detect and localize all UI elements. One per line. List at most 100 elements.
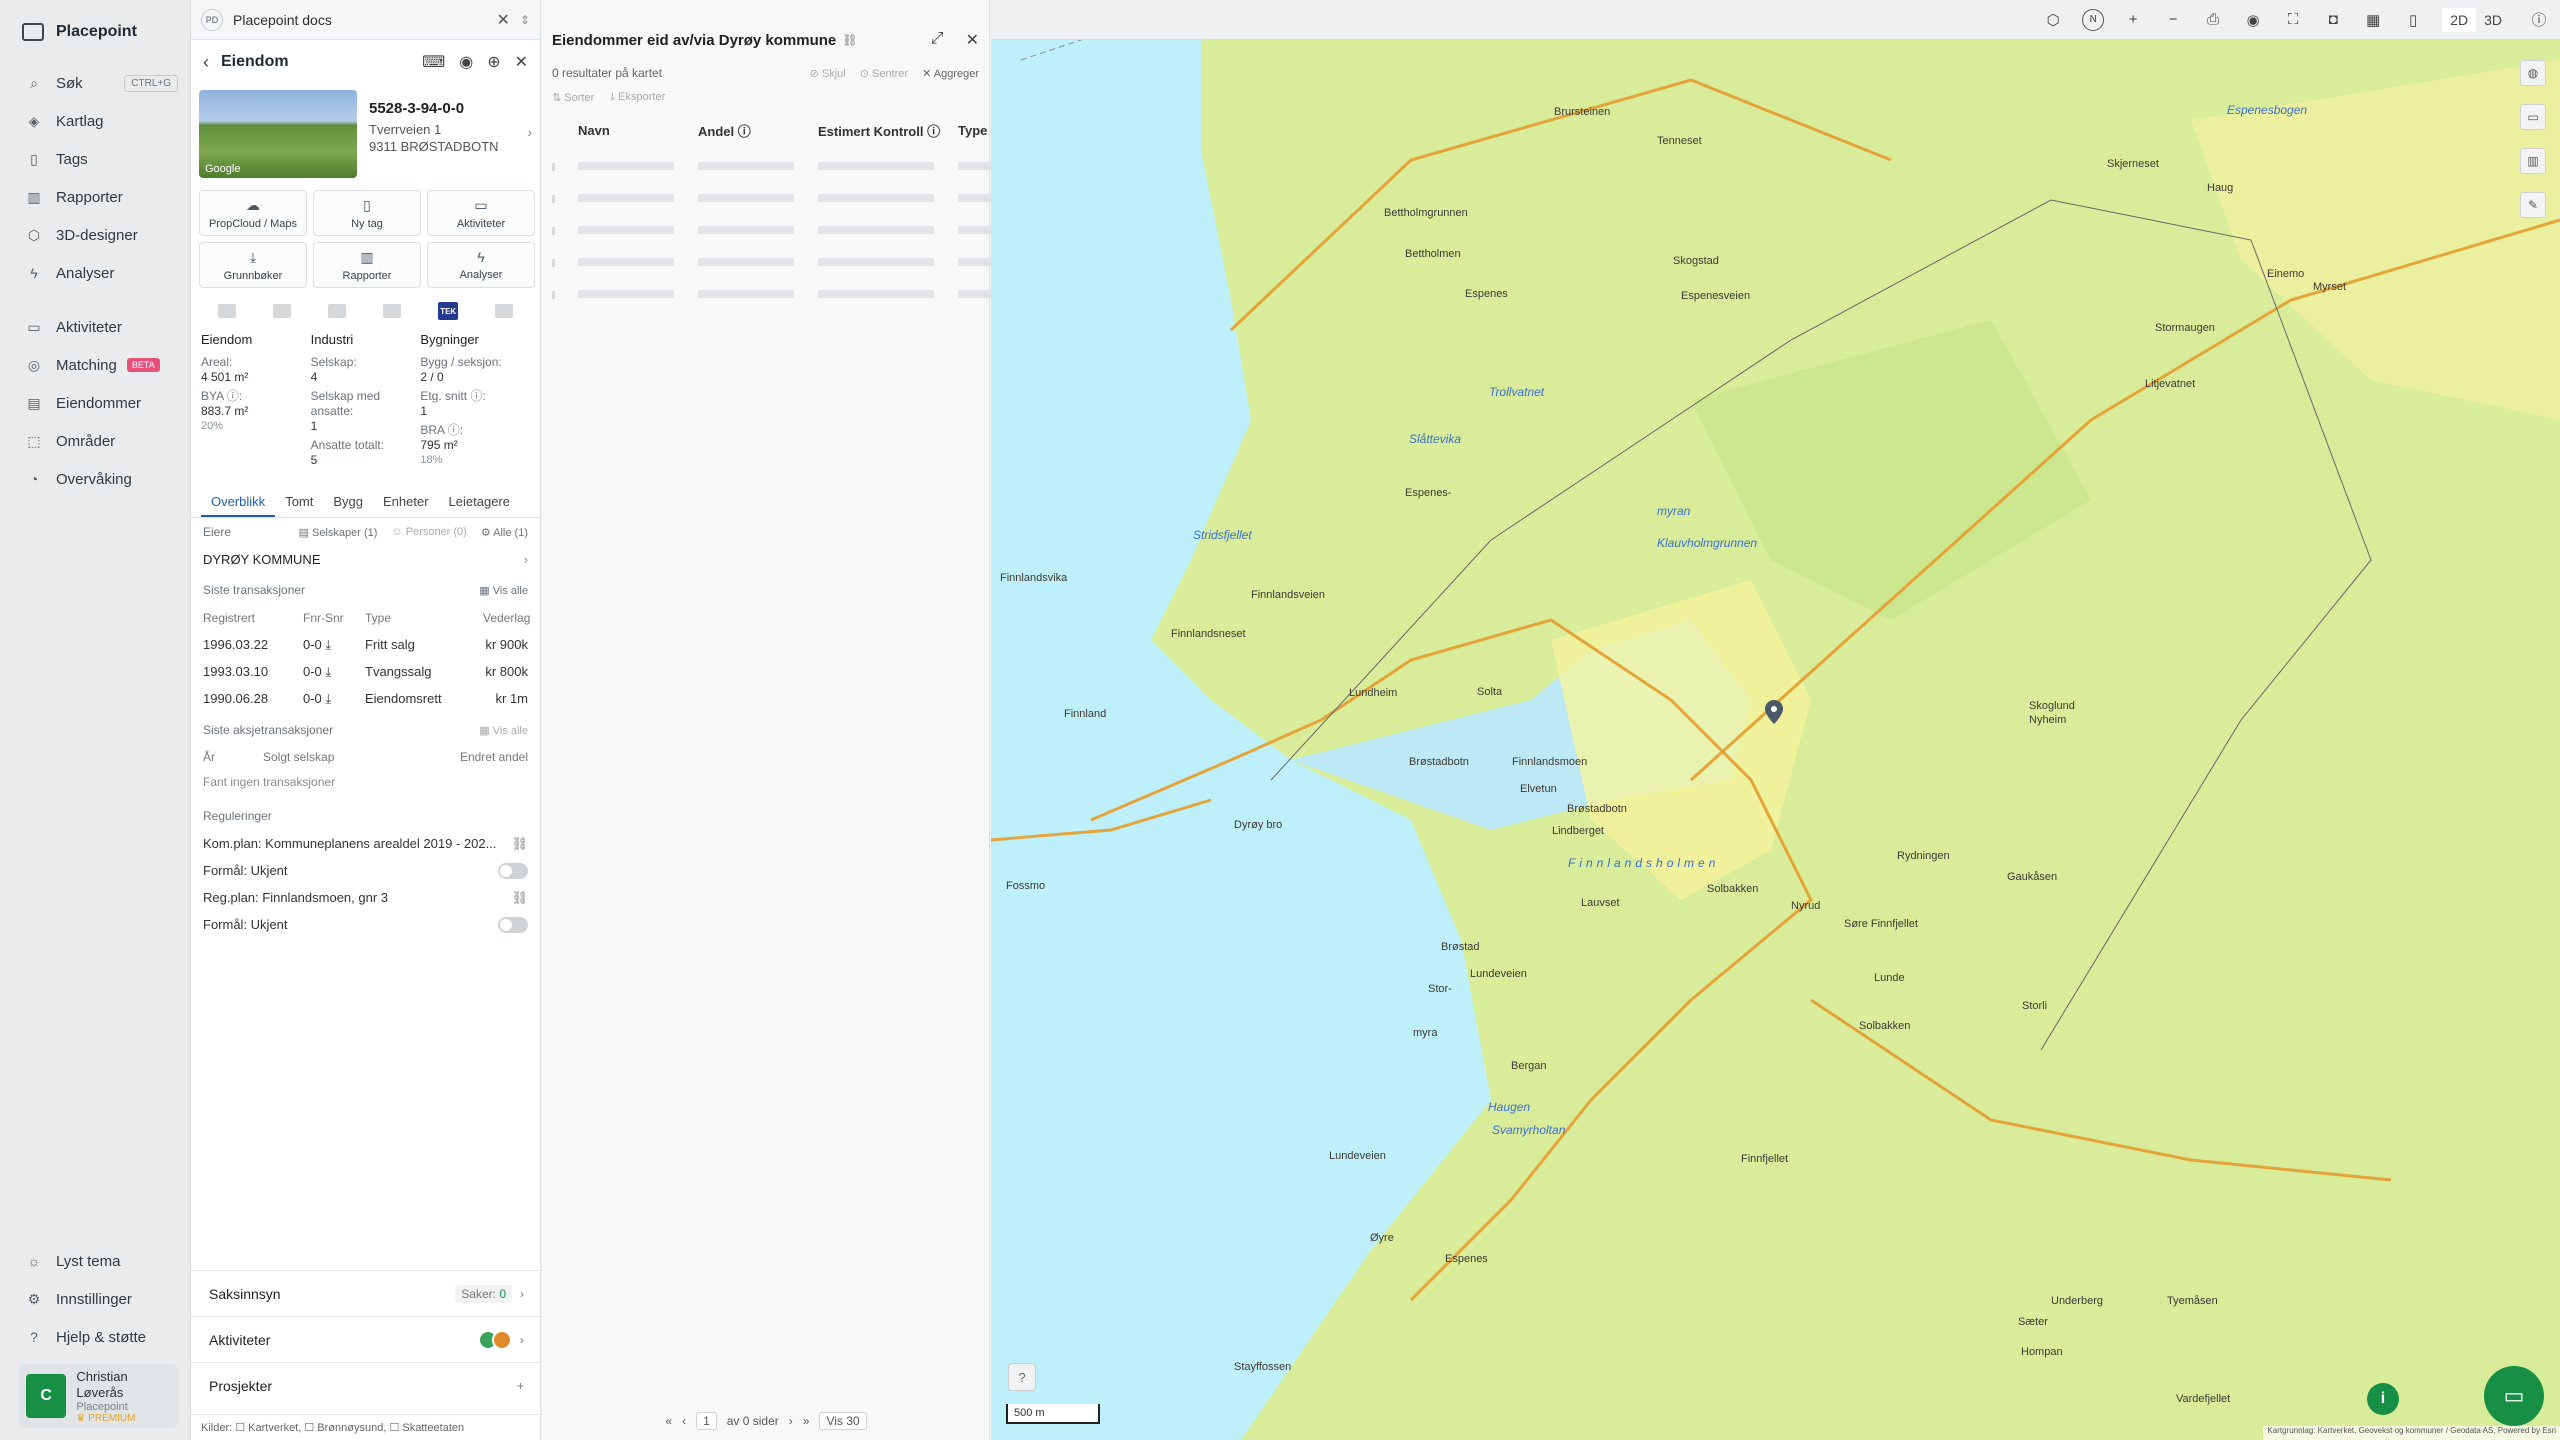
link-icon[interactable]: ⛓ (842, 33, 857, 47)
nav-item-3d-designer[interactable]: ⬡ 3D-designer (0, 216, 190, 254)
tx-fnr[interactable]: 0-0 ⤓ (303, 637, 365, 653)
view-3d-button[interactable]: 3D (2476, 8, 2510, 32)
activities-accordion[interactable]: Aktiviteter › (191, 1316, 540, 1362)
add-icon[interactable]: + (517, 1379, 524, 1393)
expand-icon[interactable]: ⤢ (931, 30, 944, 50)
house-icon[interactable] (495, 304, 514, 318)
compass-north-icon[interactable]: N (2082, 8, 2105, 31)
hide-button[interactable]: ⊘ Skjul (810, 67, 846, 80)
fullscreen-icon[interactable]: ⛶ (2282, 11, 2304, 28)
tab-plot[interactable]: Tomt (275, 486, 323, 517)
map-draw-button[interactable]: ✎ (2520, 192, 2546, 218)
layers-3d-icon[interactable]: ⬡ (2042, 11, 2064, 29)
regulation-row[interactable]: Kom.plan: Kommuneplanens arealdel 2019 -… (203, 830, 528, 857)
nav-item-search[interactable]: ⌕ Søk CTRL+G (0, 64, 190, 102)
nav-item-matching[interactable]: ◎ Matching BETA (0, 346, 190, 384)
close-icon[interactable]: ✕ (966, 30, 979, 50)
brand[interactable]: Placepoint (0, 0, 190, 64)
nav-item-layers[interactable]: ◈ Kartlag (0, 102, 190, 140)
owner-row[interactable]: DYRØY KOMMUNE › (203, 546, 528, 572)
registry-icon[interactable] (217, 304, 236, 318)
land-registry-button[interactable]: ⤓ Grunnbøker (199, 242, 307, 288)
first-page-icon[interactable]: « (665, 1414, 672, 1428)
target-icon[interactable]: ⊕ (487, 52, 500, 72)
tx-fnr[interactable]: 0-0 ⤓ (303, 664, 365, 680)
table-row[interactable]: 1996.03.22 0-0 ⤓ Fritt salg kr 900k (203, 631, 528, 658)
property-summary[interactable]: Google 5528-3-94-0-0 Tverrveien 1 9311 B… (191, 84, 540, 184)
column-header[interactable]: Navn (578, 123, 698, 138)
chevron-updown-icon[interactable]: ⇕ (520, 13, 530, 27)
nav-item-reports[interactable]: ▥ Rapporter (0, 178, 190, 216)
next-page-icon[interactable]: › (789, 1414, 793, 1428)
map-chart-button[interactable]: ▥ (2520, 148, 2546, 174)
new-tag-button[interactable]: ▯ Ny tag (313, 190, 421, 236)
tab-tenants[interactable]: Leietagere (439, 486, 520, 517)
export-button[interactable]: ⤓ Eksporter (610, 91, 665, 104)
activities-button[interactable]: ▭ Aktiviteter (427, 190, 535, 236)
map-help-button[interactable]: ? (1008, 1363, 1036, 1391)
view-all-share-tx[interactable]: ▦ Vis alle (479, 724, 528, 737)
filter-all[interactable]: ⚙ Alle (1) (481, 526, 528, 539)
map-ruler-button[interactable]: ▭ (2520, 104, 2546, 130)
tab-units[interactable]: Enheter (373, 486, 439, 517)
purpose-toggle[interactable] (498, 862, 528, 879)
info-icon[interactable]: ⓘ (2528, 9, 2550, 30)
nav-item-light-theme[interactable]: ☼ Lyst tema (0, 1242, 190, 1280)
tek-icon[interactable]: TEK (438, 302, 459, 320)
tab-buildings[interactable]: Bygg (323, 486, 373, 517)
sort-button[interactable]: ⇅ Sorter (552, 91, 594, 104)
link-icon[interactable]: ⛓ (511, 890, 528, 906)
camera-icon[interactable]: ◘ (2322, 11, 2344, 28)
table-row[interactable]: 1993.03.10 0-0 ⤓ Tvangssalg kr 800k (203, 658, 528, 685)
projects-accordion[interactable]: Prosjekter + (191, 1362, 540, 1408)
nav-item-areas[interactable]: ⬚ Områder (0, 422, 190, 460)
reports-button[interactable]: ▥ Rapporter (313, 242, 421, 288)
link-icon[interactable]: ⛓ (511, 836, 528, 852)
nav-item-help[interactable]: ? Hjelp & støtte (0, 1318, 190, 1356)
regulation-row[interactable]: Reg.plan: Finnlandsmoen, gnr 3 ⛓ (203, 884, 528, 911)
print-icon[interactable]: ⎙ (2202, 11, 2224, 28)
eye-icon[interactable]: ◉ (2242, 11, 2264, 29)
property-thumbnail[interactable]: Google (199, 90, 357, 178)
stairs-icon[interactable] (383, 304, 402, 318)
page-size-select[interactable]: Vis 30 (819, 1412, 867, 1430)
globe-icon[interactable] (272, 304, 291, 318)
case-insight-accordion[interactable]: Saksinnsyn Saker: 0 › (191, 1270, 540, 1316)
plant-icon[interactable] (327, 304, 346, 318)
analyses-button[interactable]: ϟ Analyser (427, 242, 535, 288)
center-button[interactable]: ⊙ Sentrer (860, 67, 908, 80)
aggregate-button[interactable]: ✕ Aggreger (922, 67, 979, 80)
user-card[interactable]: C Christian Løverås Placepoint ♛ PREMIUM (18, 1364, 178, 1428)
workspace-tab[interactable]: PD Placepoint docs ✕ ⇕ (191, 0, 540, 40)
close-icon[interactable]: ✕ (515, 52, 528, 72)
nav-item-tags[interactable]: ▯ Tags (0, 140, 190, 178)
grid-icon[interactable]: ▦ (2362, 11, 2384, 29)
view-2d-button[interactable]: 2D (2442, 7, 2477, 32)
eye-icon[interactable]: ◉ (459, 52, 473, 72)
map-layers-button[interactable]: ◍ (2520, 60, 2546, 86)
map-marker-icon[interactable] (1765, 700, 1783, 724)
zoom-out-icon[interactable]: − (2162, 11, 2184, 28)
filter-companies[interactable]: ▤ Selskaper (1) (299, 526, 378, 539)
nav-item-properties[interactable]: ▤ Eiendommer (0, 384, 190, 422)
view-all-transactions[interactable]: ▦ Vis alle (479, 584, 528, 597)
filter-persons[interactable]: ☺ Personer (0) (391, 526, 466, 539)
column-header[interactable]: Estimert Kontroll ⓘ (818, 121, 958, 140)
nav-item-monitoring[interactable]: ◔ Overvåking (0, 460, 190, 498)
tx-fnr[interactable]: 0-0 ⤓ (303, 691, 365, 707)
purpose-toggle[interactable] (498, 916, 528, 933)
tab-overview[interactable]: Overblikk (201, 486, 276, 517)
table-row[interactable]: 1990.06.28 0-0 ⤓ Eiendomsrett kr 1m (203, 685, 528, 712)
chevron-right-icon[interactable]: › (527, 124, 532, 184)
close-icon[interactable]: ✕ (497, 10, 510, 30)
page-input[interactable]: 1 (696, 1412, 717, 1430)
chat-button[interactable]: ▭ (2484, 1366, 2544, 1426)
prev-page-icon[interactable]: ‹ (682, 1414, 686, 1428)
nav-item-analyses[interactable]: ϟ Analyser (0, 254, 190, 292)
info-button[interactable]: i (2367, 1383, 2399, 1415)
zoom-in-icon[interactable]: + (2122, 11, 2144, 28)
back-icon[interactable]: ‹ (203, 52, 209, 73)
nav-item-activities[interactable]: ▭ Aktiviteter (0, 308, 190, 346)
nav-item-settings[interactable]: ⚙ Innstillinger (0, 1280, 190, 1318)
bookmark-icon[interactable]: ▯ (2402, 11, 2424, 29)
